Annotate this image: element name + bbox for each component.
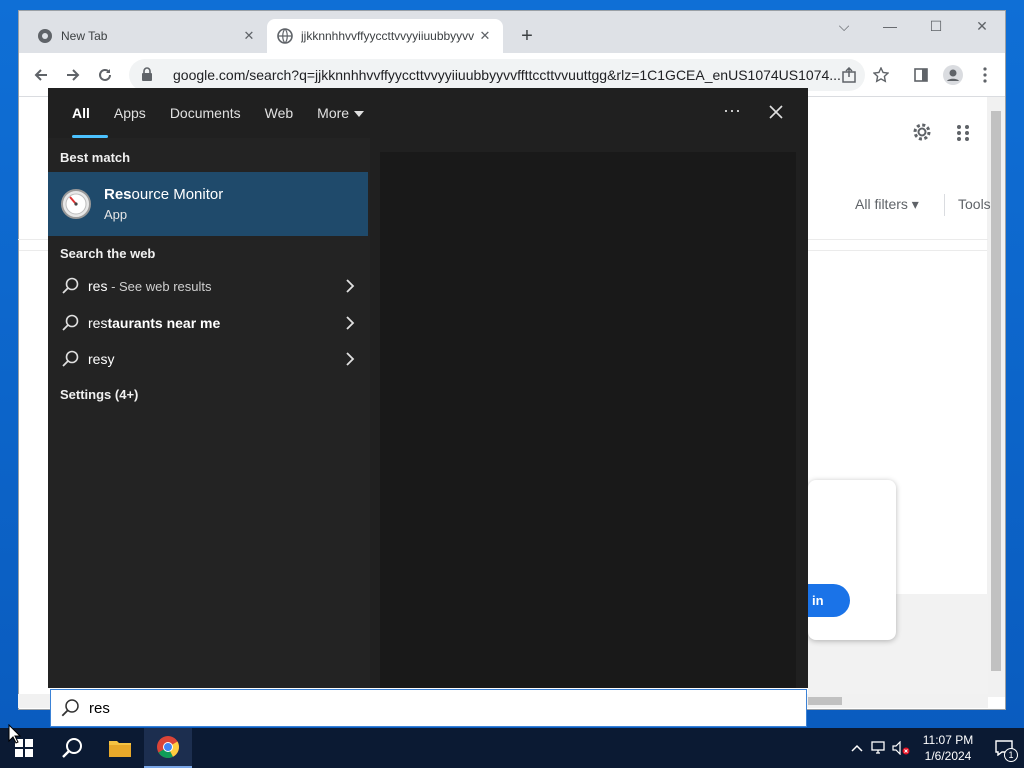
apps-grid-icon[interactable]	[956, 124, 970, 142]
best-match-name-rest: ource Monitor	[131, 186, 224, 203]
clock[interactable]: 11:07 PM 1/6/2024	[912, 732, 984, 764]
search-web-heading: Search the web	[60, 246, 156, 261]
web-result-sub: - See web results	[107, 279, 212, 294]
vertical-scrollbar[interactable]	[987, 97, 1005, 697]
close-tab-icon[interactable]: ✕	[241, 28, 257, 44]
best-match-heading: Best match	[60, 150, 131, 165]
reload-button[interactable]	[93, 63, 117, 87]
web-result-text: resy	[88, 351, 342, 367]
taskbar-search-button[interactable]	[48, 728, 96, 768]
web-result-item[interactable]: res - See web results	[48, 269, 358, 303]
all-filters-button[interactable]: All filters ▾	[855, 196, 919, 213]
file-explorer-button[interactable]	[96, 728, 144, 768]
results-pane: Best match Resource Monitor App Search t…	[48, 138, 370, 688]
folder-icon	[109, 741, 131, 757]
tab-apps[interactable]: Apps	[102, 88, 158, 138]
notification-badge: 1	[1004, 748, 1018, 762]
close-icon[interactable]	[764, 100, 788, 124]
tools-button[interactable]: Tools	[958, 196, 991, 212]
close-window-button[interactable]: ✕	[959, 11, 1005, 41]
start-search-panel: All Apps Documents Web More ··· Best mat…	[48, 88, 808, 688]
caret-down-icon	[354, 111, 365, 118]
web-result-completion: taurants near me	[107, 315, 221, 331]
web-result-text: restaurants near me	[88, 315, 342, 331]
chrome-taskbar-button[interactable]	[144, 728, 192, 768]
scrollbar-thumb[interactable]	[991, 111, 1001, 671]
search-filter-tabs: All Apps Documents Web More	[48, 88, 808, 138]
share-icon[interactable]	[837, 63, 861, 87]
tab-google-search[interactable]: jjkknnhhvvffyycсttvvyyiiuubbyyvv ✕	[267, 19, 503, 53]
tab-new-tab[interactable]: New Tab ✕	[27, 19, 267, 53]
window-controls: ⌵ — ☐ ✕	[821, 11, 1005, 41]
system-tray: 11:07 PM 1/6/2024 1	[846, 728, 1024, 768]
more-options-icon[interactable]: ···	[720, 100, 744, 124]
divider	[944, 194, 945, 216]
tab-more-label: More	[317, 105, 350, 121]
network-icon[interactable]	[868, 728, 890, 768]
clock-date: 1/6/2024	[924, 749, 972, 763]
sign-in-button[interactable]: in	[808, 584, 850, 617]
search-icon	[61, 699, 79, 717]
web-result-item[interactable]: restaurants near me	[48, 306, 358, 340]
tab-more[interactable]: More	[305, 88, 376, 138]
menu-kebab-icon[interactable]	[973, 63, 997, 87]
chevron-right-icon	[346, 352, 355, 366]
web-result-completion: y	[107, 351, 115, 367]
tab-strip: New Tab ✕ jjkknnhhvvffyycсttvvyyiiuubbyy…	[19, 11, 1005, 53]
profile-avatar[interactable]	[941, 63, 965, 87]
best-match-item[interactable]: Resource Monitor App	[48, 172, 368, 236]
notification-center-button[interactable]: 1	[984, 728, 1024, 768]
mouse-cursor-icon	[8, 724, 22, 744]
maximize-button[interactable]: ☐	[913, 11, 959, 41]
best-match-type: App	[104, 207, 128, 222]
search-icon	[62, 314, 79, 331]
all-filters-label: All filters	[855, 196, 908, 212]
search-icon	[62, 350, 79, 367]
search-icon	[62, 277, 79, 294]
chrome-icon	[37, 28, 53, 44]
search-icon	[62, 738, 82, 758]
side-panel-icon[interactable]	[909, 63, 933, 87]
tab-documents[interactable]: Documents	[158, 88, 253, 138]
tab-all[interactable]: All	[60, 88, 108, 138]
scrollbar-thumb[interactable]	[808, 697, 842, 705]
chevron-up-icon[interactable]	[846, 728, 868, 768]
best-match-name-highlight: Res	[104, 186, 132, 203]
preview-pane	[380, 152, 796, 688]
start-search-box[interactable]	[50, 689, 807, 727]
web-result-query: res	[88, 315, 108, 331]
minimize-button[interactable]: —	[867, 11, 913, 41]
gear-icon[interactable]	[910, 120, 934, 144]
web-result-query: res	[88, 351, 108, 367]
url-text: google.com/search?q=jjkknnhhvvffyycсttvv…	[173, 67, 841, 83]
address-bar[interactable]: google.com/search?q=jjkknnhhvvffyycсttvv…	[129, 59, 865, 91]
settings-heading[interactable]: Settings (4+)	[60, 387, 138, 402]
best-match-text: Resource Monitor App	[104, 186, 223, 222]
bookmark-star-icon[interactable]	[869, 63, 893, 87]
web-result-item[interactable]: resy	[48, 342, 358, 376]
resource-monitor-icon	[61, 189, 91, 219]
tab-title: jjkknnhhvvffyycсttvvyyiiuubbyyvv	[301, 29, 475, 43]
caret-down-icon: ▾	[911, 196, 919, 212]
taskbar: 11:07 PM 1/6/2024 1	[0, 728, 1024, 768]
new-tab-button[interactable]: +	[515, 25, 539, 49]
chevron-right-icon	[346, 316, 355, 330]
best-match-name: Resource Monitor	[104, 186, 223, 203]
tab-search-icon[interactable]: ⌵	[821, 11, 867, 41]
chrome-icon	[157, 736, 179, 758]
globe-icon	[277, 28, 293, 44]
lock-icon[interactable]	[141, 66, 155, 84]
volume-muted-icon[interactable]	[890, 728, 912, 768]
close-tab-icon[interactable]: ✕	[477, 28, 493, 44]
web-result-text: res - See web results	[88, 278, 342, 294]
chevron-right-icon	[346, 279, 355, 293]
web-result-query: res	[88, 278, 108, 294]
clock-time: 11:07 PM	[922, 733, 974, 747]
forward-button[interactable]	[61, 63, 85, 87]
back-button[interactable]	[29, 63, 53, 87]
tab-title: New Tab	[61, 29, 108, 43]
search-input[interactable]	[89, 699, 689, 717]
tab-web[interactable]: Web	[253, 88, 306, 138]
